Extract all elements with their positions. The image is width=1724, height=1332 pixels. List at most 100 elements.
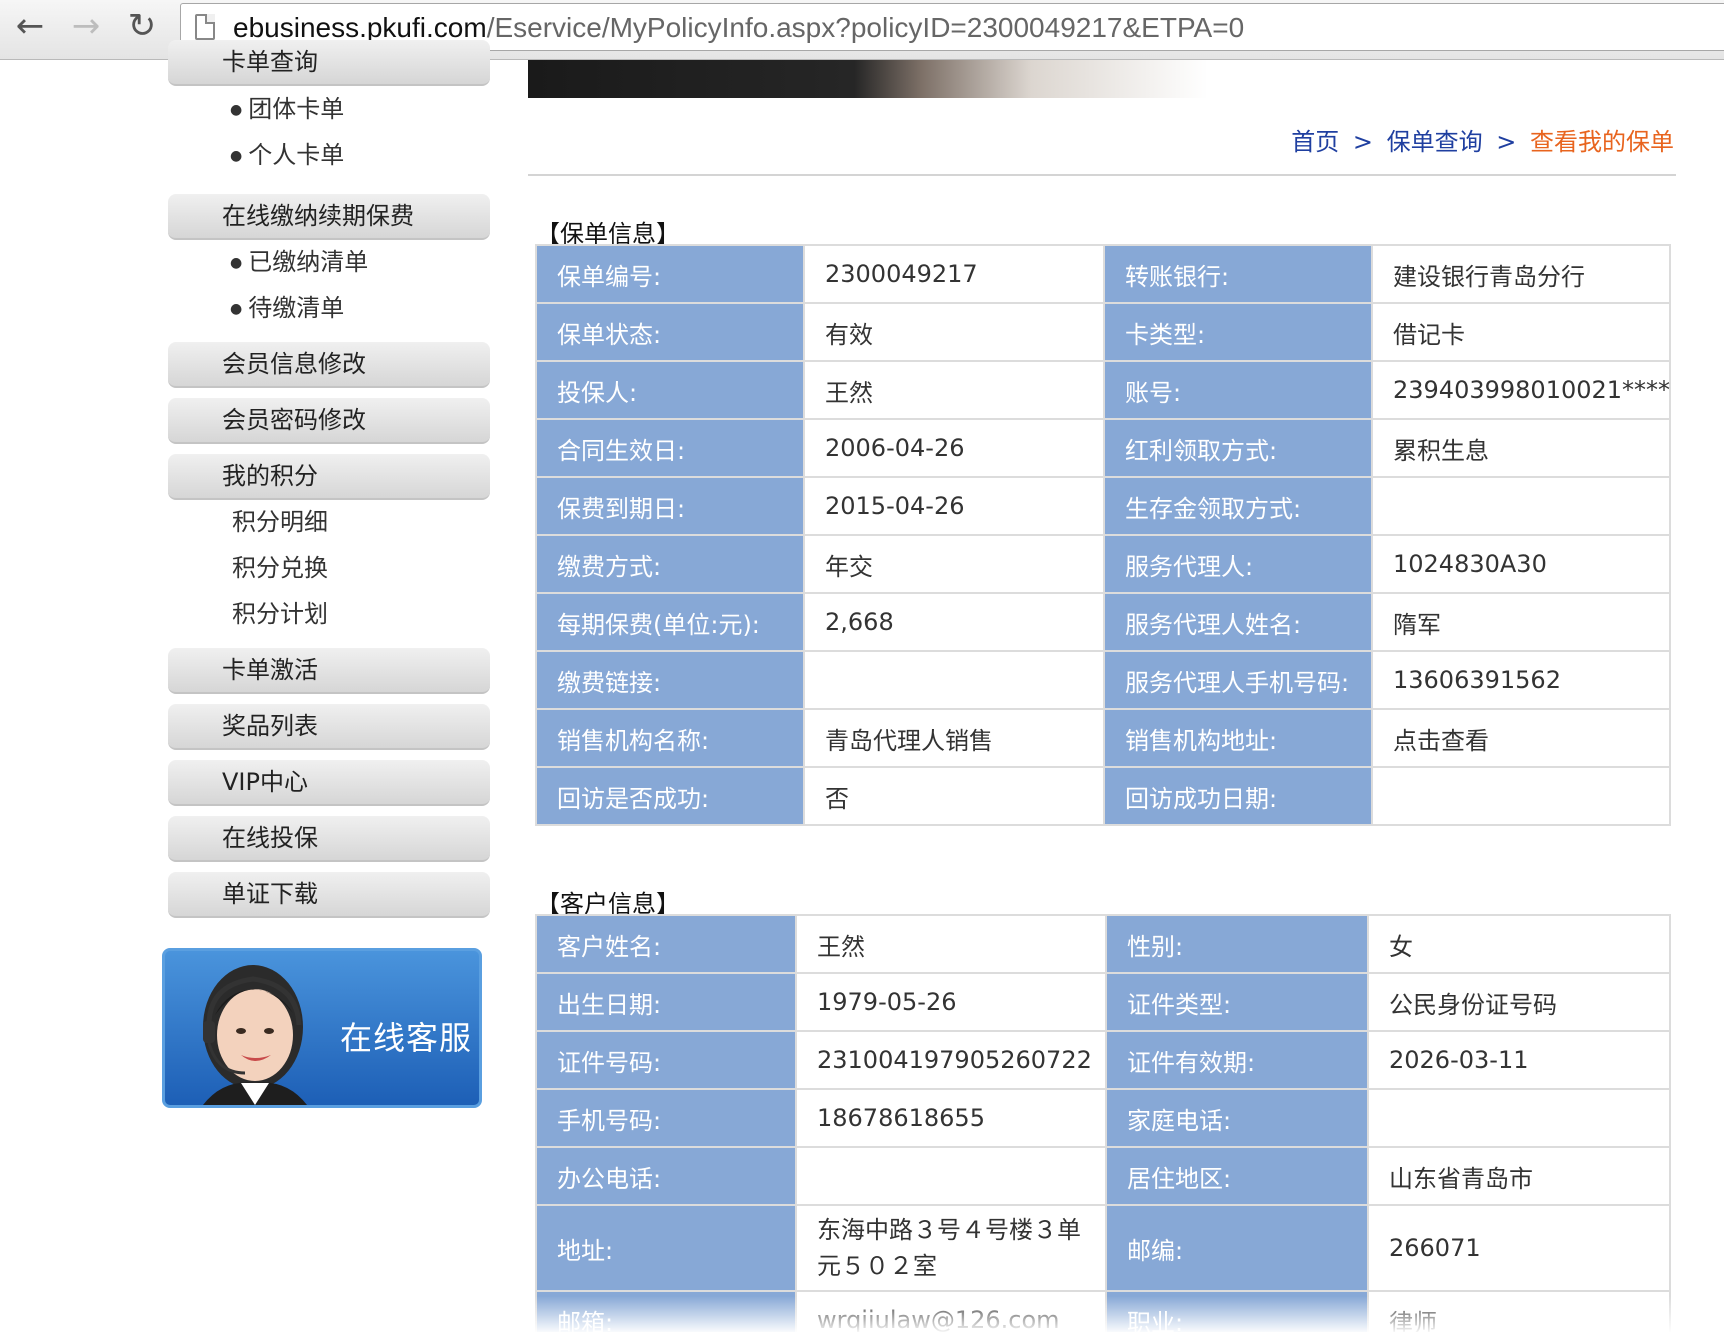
field-label: 服务代理人: — [1103, 534, 1373, 594]
menu-prize-list[interactable]: 奖品列表 — [168, 704, 490, 750]
breadcrumb-policy-query[interactable]: 保单查询 — [1387, 128, 1483, 156]
online-customer-service-banner[interactable]: 在线客服 — [162, 948, 482, 1108]
menu-sub-personal-card[interactable]: ● 个人卡单 — [230, 140, 344, 171]
field-value: 231004197905260722 — [795, 1030, 1107, 1090]
field-value: 266071 — [1367, 1204, 1671, 1292]
bullet-icon: ● — [230, 255, 243, 271]
field-label: 生存金领取方式: — [1103, 476, 1373, 536]
field-label: 证件有效期: — [1105, 1030, 1369, 1090]
field-label: 销售机构名称: — [535, 708, 805, 768]
field-label: 出生日期: — [535, 972, 797, 1032]
customer-info-table: 客户姓名: 王然 性别: 女出生日期: 1979-05-26 证件类型: 公民身份证号码 证件… — [535, 914, 1671, 1332]
field-value: 1979-05-26 — [795, 972, 1107, 1032]
menu-sub-label: 个人卡单 — [248, 141, 345, 169]
field-value: 13606391562 — [1371, 650, 1671, 710]
breadcrumb: 首页 > 保单查询 > 查看我的保单 — [1291, 122, 1674, 157]
field-label: 服务代理人手机号码: — [1103, 650, 1373, 710]
breadcrumb-home[interactable]: 首页 — [1291, 128, 1339, 156]
table-row: 缴费链接: 服务代理人手机号码: 13606391562 — [535, 650, 1671, 710]
menu-member-info[interactable]: 会员信息修改 — [168, 342, 490, 388]
field-value — [803, 650, 1105, 710]
field-label: 客户姓名: — [535, 914, 797, 974]
table-row: 保费到期日: 2015-04-26 生存金领取方式: — [535, 476, 1671, 536]
field-label: 邮编: — [1105, 1204, 1369, 1292]
divider — [528, 174, 1676, 176]
menu-online-renewal[interactable]: 在线缴纳续期保费 — [168, 194, 490, 240]
field-label: 保单编号: — [535, 244, 805, 304]
field-label: 缴费链接: — [535, 650, 805, 710]
field-value — [1371, 476, 1671, 536]
menu-sub-label: 团体卡单 — [248, 95, 345, 123]
bullet-icon: ● — [230, 148, 243, 164]
menu-member-password[interactable]: 会员密码修改 — [168, 398, 490, 444]
field-value — [1367, 1088, 1671, 1148]
breadcrumb-current: 查看我的保单 — [1530, 128, 1674, 156]
table-row: 证件号码: 231004197905260722 证件有效期: 2026-03-11 — [535, 1030, 1671, 1090]
field-value: 隋军 — [1371, 592, 1671, 652]
field-label: 办公电话: — [535, 1146, 797, 1206]
field-value: 239403998010021**** — [1371, 360, 1671, 420]
menu-document-download[interactable]: 单证下载 — [168, 872, 490, 918]
menu-sub-points-exchange[interactable]: 积分兑换 — [232, 553, 328, 583]
field-value: 王然 — [803, 360, 1105, 420]
field-value: 2,668 — [803, 592, 1105, 652]
table-row: 缴费方式: 年交 服务代理人: 1024830A30 — [535, 534, 1671, 594]
menu-sub-group-card[interactable]: ● 团体卡单 — [230, 94, 344, 125]
menu-sub-paid-list[interactable]: ● 已缴纳清单 — [230, 247, 368, 278]
field-label: 合同生效日: — [535, 418, 805, 478]
menu-online-insure[interactable]: 在线投保 — [168, 816, 490, 862]
field-label: 证件类型: — [1105, 972, 1369, 1032]
field-value: 18678618655 — [795, 1088, 1107, 1148]
table-row: 手机号码: 18678618655 家庭电话: — [535, 1088, 1671, 1148]
policy-info-table: 保单编号: 2300049217 转账银行: 建设银行青岛分行 保单状态: 有效 卡类型: 借… — [535, 244, 1671, 826]
table-row: 销售机构名称: 青岛代理人销售 销售机构地址: 点击查看 — [535, 708, 1671, 768]
field-value: 王然 — [795, 914, 1107, 974]
field-label: 投保人: — [535, 360, 805, 420]
field-label: 居住地区: — [1105, 1146, 1369, 1206]
reload-icon[interactable]: ↻ — [118, 4, 166, 48]
field-label: 转账银行: — [1103, 244, 1373, 304]
field-label: 销售机构地址: — [1103, 708, 1373, 768]
field-label: 服务代理人姓名: — [1103, 592, 1373, 652]
field-value: 公民身份证号码 — [1367, 972, 1671, 1032]
field-label: 每期保费(单位:元): — [535, 592, 805, 652]
field-label: 保费到期日: — [535, 476, 805, 536]
breadcrumb-separator: > — [1352, 128, 1373, 156]
field-value: 东海中路３号４号楼３单元５０２室 — [795, 1204, 1107, 1292]
agent-avatar-icon — [203, 965, 307, 1105]
field-value — [795, 1146, 1107, 1206]
menu-sub-pending-list[interactable]: ● 待缴清单 — [230, 293, 344, 324]
menu-sub-points-detail[interactable]: 积分明细 — [232, 507, 328, 537]
bullet-icon: ● — [230, 301, 243, 317]
menu-card-query[interactable]: 卡单查询 — [168, 40, 490, 86]
table-row: 出生日期: 1979-05-26 证件类型: 公民身份证号码 — [535, 972, 1671, 1032]
field-label: 红利领取方式: — [1103, 418, 1373, 478]
header-banner-image — [528, 60, 1208, 98]
field-value: 1024830A30 — [1371, 534, 1671, 594]
menu-vip-center[interactable]: VIP中心 — [168, 760, 490, 806]
forward-arrow-icon[interactable]: → — [62, 4, 110, 48]
field-value: 青岛代理人销售 — [803, 708, 1105, 768]
back-arrow-icon[interactable]: ← — [6, 4, 54, 48]
field-value: 有效 — [803, 302, 1105, 362]
table-row: 办公电话: 居住地区: 山东省青岛市 — [535, 1146, 1671, 1206]
field-value: 借记卡 — [1371, 302, 1671, 362]
field-value: 否 — [803, 766, 1105, 826]
menu-my-points[interactable]: 我的积分 — [168, 454, 490, 500]
sales-address-link[interactable]: 点击查看 — [1371, 708, 1671, 768]
breadcrumb-separator: > — [1496, 128, 1517, 156]
field-value: 2015-04-26 — [803, 476, 1105, 536]
table-row: 保单状态: 有效 卡类型: 借记卡 — [535, 302, 1671, 362]
menu-card-activate[interactable]: 卡单激活 — [168, 648, 490, 694]
menu-sub-points-plan[interactable]: 积分计划 — [232, 599, 328, 629]
table-row: 投保人: 王然 账号: 239403998010021**** — [535, 360, 1671, 420]
field-value: 女 — [1367, 914, 1671, 974]
field-label: 保单状态: — [535, 302, 805, 362]
table-row: 地址: 东海中路３号４号楼３单元５０２室 邮编: 266071 — [535, 1204, 1671, 1292]
field-label: 手机号码: — [535, 1088, 797, 1148]
page-icon — [195, 14, 215, 40]
url-path: /Eservice/MyPolicyInfo.aspx?policyID=230… — [486, 12, 1245, 43]
bullet-icon: ● — [230, 102, 243, 118]
field-value: 2300049217 — [803, 244, 1105, 304]
field-label: 账号: — [1103, 360, 1373, 420]
